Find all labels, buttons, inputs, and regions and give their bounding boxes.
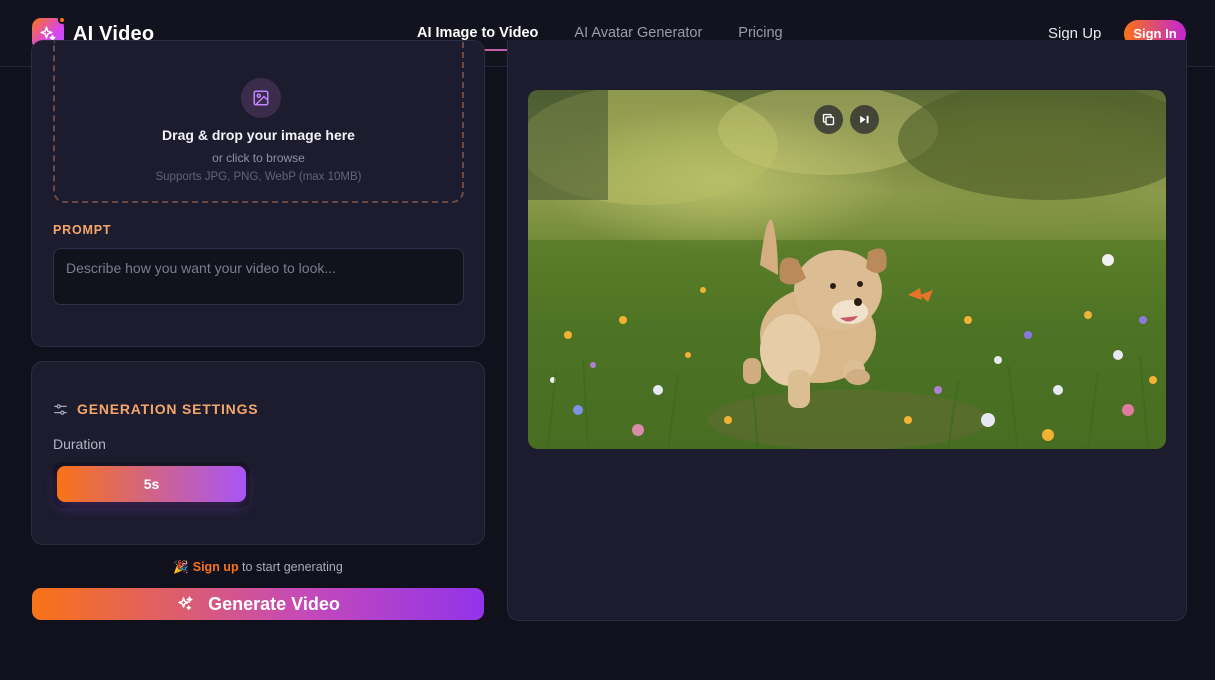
dropzone-title: Drag & drop your image here bbox=[162, 127, 355, 143]
copy-icon[interactable] bbox=[814, 105, 843, 134]
generate-video-label: Generate Video bbox=[208, 593, 340, 614]
sliders-icon bbox=[53, 402, 68, 417]
skip-forward-icon[interactable] bbox=[850, 105, 879, 134]
generation-settings-card: GENERATION SETTINGS Duration 5s bbox=[31, 361, 485, 545]
signup-hint-text: to start generating bbox=[238, 560, 343, 574]
settings-header: GENERATION SETTINGS bbox=[53, 401, 258, 417]
generate-video-button[interactable]: Generate Video bbox=[32, 588, 484, 620]
dropzone-format-hint: Supports JPG, PNG, WebP (max 10MB) bbox=[155, 171, 362, 183]
video-preview-card bbox=[507, 40, 1187, 621]
party-popper-icon: 🎉 bbox=[173, 560, 189, 574]
duration-option-5s[interactable]: 5s bbox=[57, 466, 246, 502]
upload-card: Drag & drop your image here or click to … bbox=[31, 40, 485, 347]
prompt-label: PROMPT bbox=[53, 223, 112, 237]
logo-badge-dot bbox=[58, 16, 66, 24]
signup-hint-link[interactable]: Sign up bbox=[193, 560, 239, 574]
duration-label: Duration bbox=[53, 436, 106, 452]
sparkles-icon bbox=[176, 595, 194, 613]
prompt-input[interactable] bbox=[53, 248, 464, 305]
duration-selector: 5s bbox=[53, 462, 250, 508]
signup-hint: 🎉 Sign up to start generating bbox=[31, 560, 485, 575]
image-icon bbox=[241, 78, 281, 118]
settings-title: GENERATION SETTINGS bbox=[77, 401, 259, 417]
image-dropzone[interactable]: Drag & drop your image here or click to … bbox=[53, 41, 464, 203]
preview-video[interactable] bbox=[528, 90, 1166, 449]
meadow-puppy-image bbox=[528, 90, 1166, 449]
dropzone-browse-text[interactable]: or click to browse bbox=[55, 151, 462, 165]
